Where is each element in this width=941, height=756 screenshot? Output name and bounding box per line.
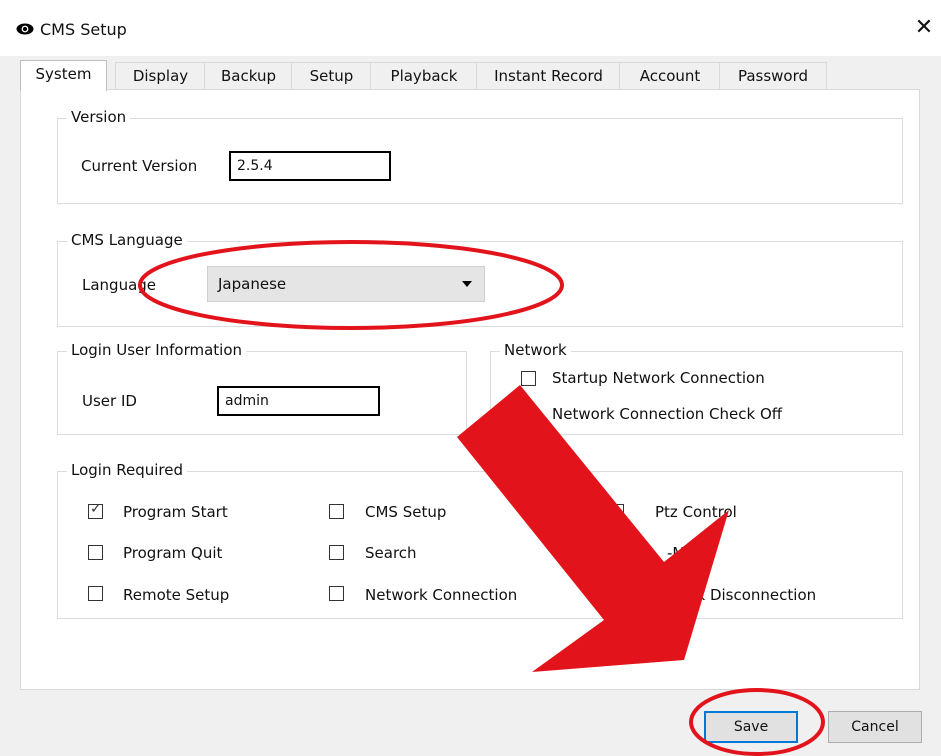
language-highlight-ellipse (138, 240, 564, 330)
red-arrow-shape (457, 385, 729, 672)
save-highlight-ellipse (689, 688, 825, 756)
tab-system[interactable]: System (20, 60, 107, 91)
annotation-overlay (138, 240, 825, 756)
